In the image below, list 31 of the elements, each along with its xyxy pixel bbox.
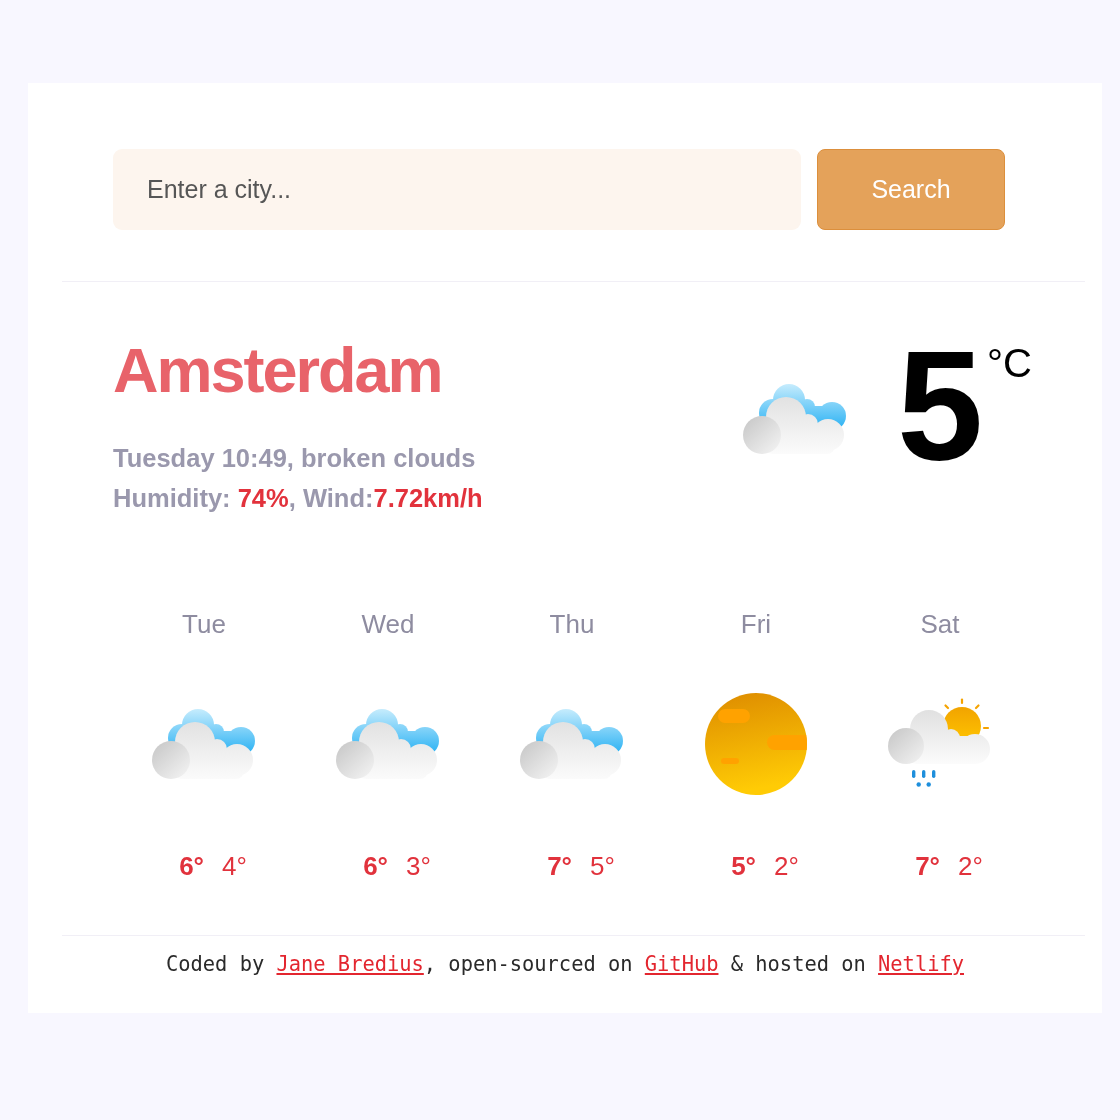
cloud-icon <box>520 709 624 779</box>
max-temperature: 7° <box>915 851 940 882</box>
forecast-day: Wed <box>361 609 415 640</box>
cloud-icon <box>742 384 847 454</box>
city-name: Amsterdam <box>113 339 443 402</box>
min-temperature: 4° <box>222 851 247 882</box>
footer-credit: Coded by Jane Bredius, open-sourced on GitHub & hosted on Netlify <box>166 952 964 976</box>
weather-description: Tuesday 10:49, broken clouds <box>113 443 477 474</box>
max-temperature: 5° <box>731 851 756 882</box>
forecast-day: Fri <box>740 609 772 640</box>
temperature-unit: °C <box>987 343 1032 383</box>
rain-cloud-sun-icon <box>887 698 993 790</box>
min-temperature: 2° <box>774 851 799 882</box>
max-temperature: 6° <box>179 851 204 882</box>
cloud-icon <box>336 709 440 779</box>
max-temperature: 7° <box>547 851 572 882</box>
min-temperature: 2° <box>958 851 983 882</box>
cloud-icon <box>152 709 256 779</box>
humidity-wind-details: Humidity: 74%, Wind:7.72km/h <box>113 483 483 514</box>
max-temperature: 6° <box>363 851 388 882</box>
current-temperature: 5 <box>896 344 984 468</box>
forecast-day: Thu <box>549 609 595 640</box>
min-temperature: 3° <box>406 851 431 882</box>
sun-icon <box>704 692 808 796</box>
forecast-day: Tue <box>182 609 226 640</box>
footer-link[interactable]: Netlify <box>878 952 964 976</box>
forecast-day: Sat <box>920 609 960 640</box>
city-search-field[interactable]: Enter a city... <box>113 149 801 230</box>
min-temperature: 5° <box>590 851 615 882</box>
footer-link[interactable]: GitHub <box>644 952 719 976</box>
footer-link[interactable]: Jane Bredius <box>276 952 424 976</box>
